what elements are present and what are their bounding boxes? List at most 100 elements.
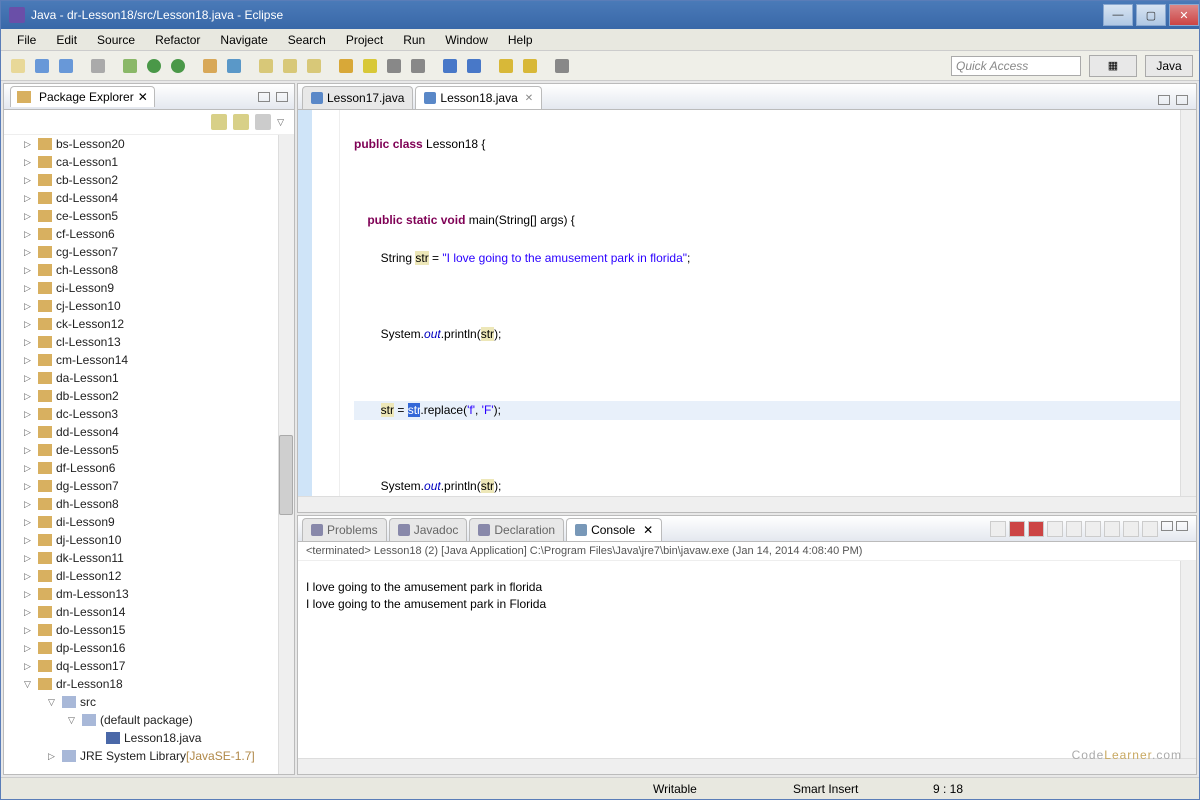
open-type-button[interactable]	[255, 55, 277, 77]
new-console-button[interactable]	[1142, 521, 1158, 537]
maximize-button[interactable]: ▢	[1136, 4, 1166, 26]
console-hscrollbar[interactable]	[298, 758, 1196, 774]
clear-console-button[interactable]	[1047, 521, 1063, 537]
terminate-button[interactable]	[1009, 521, 1025, 537]
print-button[interactable]	[87, 55, 109, 77]
tree-item[interactable]: ▷ce-Lesson5	[4, 207, 294, 225]
save-all-button[interactable]	[55, 55, 77, 77]
tree-item[interactable]: ▷dh-Lesson8	[4, 495, 294, 513]
menu-refactor[interactable]: Refactor	[145, 30, 210, 50]
tree-item[interactable]: ▷JRE System Library [JavaSE-1.7]	[4, 747, 294, 765]
package-explorer-tab[interactable]: Package Explorer ✕	[10, 86, 155, 107]
package-tree[interactable]: ▷bs-Lesson20▷ca-Lesson1▷cb-Lesson2▷cd-Le…	[4, 134, 294, 774]
editor-tab-lesson18[interactable]: Lesson18.java ✕	[415, 86, 542, 109]
pin-button[interactable]	[551, 55, 573, 77]
menu-source[interactable]: Source	[87, 30, 145, 50]
maximize-console-button[interactable]	[1176, 521, 1188, 531]
open-perspective-button[interactable]: ▦	[1089, 55, 1137, 77]
minimize-console-button[interactable]	[1161, 521, 1173, 531]
dropdown-icon[interactable]: ▽	[277, 117, 284, 128]
tab-javadoc[interactable]: Javadoc	[389, 518, 468, 541]
close-button[interactable]: ✕	[1169, 4, 1199, 26]
tab-console[interactable]: Console✕	[566, 518, 662, 541]
menu-help[interactable]: Help	[498, 30, 543, 50]
minimize-view-button[interactable]	[258, 92, 270, 102]
tab-problems[interactable]: Problems	[302, 518, 387, 541]
tree-item[interactable]: ▷dq-Lesson17	[4, 657, 294, 675]
overview-ruler[interactable]	[298, 110, 312, 496]
tree-item[interactable]: ▷cl-Lesson13	[4, 333, 294, 351]
tree-item[interactable]: ▷ci-Lesson9	[4, 279, 294, 297]
menu-project[interactable]: Project	[336, 30, 393, 50]
editor-hscrollbar[interactable]	[298, 496, 1196, 512]
minimize-button[interactable]: —	[1103, 4, 1133, 26]
toggle-breadcrumb-button[interactable]	[335, 55, 357, 77]
quick-access-input[interactable]: Quick Access	[951, 56, 1081, 76]
annotation-next-button[interactable]	[463, 55, 485, 77]
tree-item[interactable]: ▷dc-Lesson3	[4, 405, 294, 423]
tree-item[interactable]: ▷dk-Lesson11	[4, 549, 294, 567]
annotation-prev-button[interactable]	[439, 55, 461, 77]
pin-console-button[interactable]	[1085, 521, 1101, 537]
menu-edit[interactable]: Edit	[46, 30, 87, 50]
new-button[interactable]	[7, 55, 29, 77]
tree-item[interactable]: Lesson18.java	[4, 729, 294, 747]
menu-window[interactable]: Window	[435, 30, 498, 50]
minimize-editor-button[interactable]	[1158, 95, 1170, 105]
console-output[interactable]: I love going to the amusement park in fl…	[298, 561, 1196, 758]
tree-item[interactable]: ▷da-Lesson1	[4, 369, 294, 387]
run-last-button[interactable]	[167, 55, 189, 77]
scroll-lock-button[interactable]	[1066, 521, 1082, 537]
new-package-button[interactable]	[199, 55, 221, 77]
tree-item[interactable]: ▷dn-Lesson14	[4, 603, 294, 621]
java-perspective-button[interactable]: Java	[1145, 55, 1193, 77]
back-button[interactable]	[495, 55, 517, 77]
tree-item[interactable]: ▷ck-Lesson12	[4, 315, 294, 333]
remove-all-button[interactable]	[1028, 521, 1044, 537]
new-class-button[interactable]	[223, 55, 245, 77]
tree-item[interactable]: ▷ca-Lesson1	[4, 153, 294, 171]
code-editor[interactable]: public class Lesson18 { public static vo…	[340, 110, 1196, 496]
show-whitespace-button[interactable]	[407, 55, 429, 77]
debug-button[interactable]	[119, 55, 141, 77]
tree-item[interactable]: ▷df-Lesson6	[4, 459, 294, 477]
forward-button[interactable]	[519, 55, 541, 77]
toggle-mark-button[interactable]	[359, 55, 381, 77]
tree-item[interactable]: ▷cd-Lesson4	[4, 189, 294, 207]
tab-declaration[interactable]: Declaration	[469, 518, 564, 541]
tree-item[interactable]: ▽dr-Lesson18	[4, 675, 294, 693]
tree-item[interactable]: ▷cm-Lesson14	[4, 351, 294, 369]
toggle-block-button[interactable]	[383, 55, 405, 77]
display-button[interactable]	[1104, 521, 1120, 537]
tree-item[interactable]: ▷dm-Lesson13	[4, 585, 294, 603]
tree-item[interactable]: ▽(default package)	[4, 711, 294, 729]
editor-tab-lesson17[interactable]: Lesson17.java	[302, 86, 413, 109]
close-tab-icon[interactable]: ✕	[525, 93, 533, 104]
tree-item[interactable]: ▷di-Lesson9	[4, 513, 294, 531]
link-editor-button[interactable]	[233, 114, 249, 130]
editor-vscrollbar[interactable]	[1180, 110, 1196, 496]
tree-item[interactable]: ▷db-Lesson2	[4, 387, 294, 405]
tree-item[interactable]: ▷do-Lesson15	[4, 621, 294, 639]
save-button[interactable]	[31, 55, 53, 77]
tree-item[interactable]: ▷dg-Lesson7	[4, 477, 294, 495]
menu-navigate[interactable]: Navigate	[210, 30, 277, 50]
tree-item[interactable]: ▷dj-Lesson10	[4, 531, 294, 549]
tree-item[interactable]: ▷de-Lesson5	[4, 441, 294, 459]
maximize-editor-button[interactable]	[1176, 95, 1188, 105]
tree-scrollbar[interactable]	[278, 135, 294, 774]
run-button[interactable]	[143, 55, 165, 77]
tree-item[interactable]: ▷dp-Lesson16	[4, 639, 294, 657]
menu-file[interactable]: File	[7, 30, 46, 50]
tree-item[interactable]: ▷bs-Lesson20	[4, 135, 294, 153]
close-view-icon[interactable]: ✕	[138, 90, 148, 104]
console-vscrollbar[interactable]	[1180, 561, 1196, 758]
remove-launch-button[interactable]	[990, 521, 1006, 537]
tree-item[interactable]: ▷cf-Lesson6	[4, 225, 294, 243]
tree-item[interactable]: ▷ch-Lesson8	[4, 261, 294, 279]
tree-item[interactable]: ▷dl-Lesson12	[4, 567, 294, 585]
view-menu-button[interactable]	[255, 114, 271, 130]
maximize-view-button[interactable]	[276, 92, 288, 102]
tree-item[interactable]: ▷dd-Lesson4	[4, 423, 294, 441]
collapse-all-button[interactable]	[211, 114, 227, 130]
